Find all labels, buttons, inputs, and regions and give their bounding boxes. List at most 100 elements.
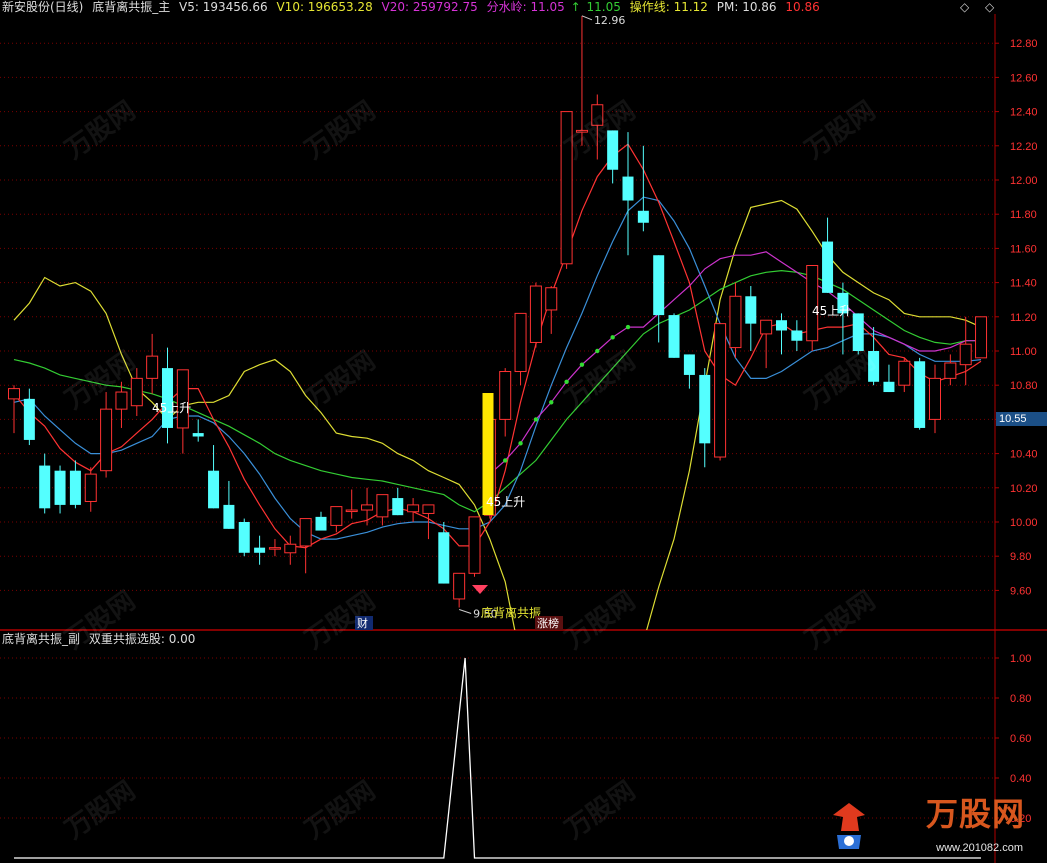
sub-indicator-name[interactable]: 底背离共振_副 (2, 632, 80, 646)
candle-body (115, 391, 128, 410)
candle-body (284, 543, 297, 554)
candle-body (883, 381, 895, 393)
indicator-name[interactable]: 底背离共振_主 (92, 0, 170, 14)
candle-body (575, 129, 588, 133)
y-tick-label: 11.60 (1010, 243, 1037, 255)
candle-body (975, 316, 988, 359)
candle-body (8, 388, 20, 400)
rise-label-1: 45上升 (152, 401, 191, 415)
pm-dot (595, 348, 600, 354)
candle-body (637, 210, 649, 223)
sub-y-tick-label: 0.40 (1010, 773, 1031, 785)
high-marker (581, 15, 593, 21)
fenshuiling-value2: 11.05 (586, 0, 621, 14)
pm-dot (518, 441, 523, 446)
candle-body (714, 323, 727, 458)
extra-value: 10.86 (785, 0, 820, 14)
low-marker (458, 609, 472, 614)
y-tick-label: 12.60 (1010, 72, 1038, 84)
pm-dot (564, 379, 569, 384)
candle-body (268, 547, 281, 550)
candle-body (238, 522, 250, 553)
candle-body (529, 285, 542, 343)
pm-dot (549, 400, 554, 405)
y-tick-label: 10.80 (1010, 380, 1038, 392)
y-tick-label: 9.80 (1010, 551, 1031, 563)
candle-body (376, 494, 389, 518)
candle-body (345, 509, 358, 513)
ma10-line (13, 196, 982, 540)
window-control-diamond-icon[interactable]: ◇ (960, 0, 969, 14)
y-tick-label: 11.40 (1010, 278, 1037, 290)
candle-body (162, 368, 173, 428)
candle-body (791, 330, 803, 341)
y-tick-label: 11.00 (1010, 346, 1037, 358)
candle-body (315, 516, 327, 531)
y-tick-label: 11.20 (1010, 312, 1037, 324)
v20-value: V20: 259792.75 (381, 0, 478, 14)
candle-body (668, 315, 680, 358)
candle-body (392, 498, 404, 516)
candle-body (822, 241, 834, 293)
cai-label: 财 (357, 616, 368, 630)
y-tick-label: 12.20 (1010, 141, 1038, 153)
candle-body (683, 354, 695, 375)
y-tick-label: 10.20 (1010, 483, 1038, 495)
diamond-icon (472, 585, 488, 594)
stock-title[interactable]: 新安股份(日线) (2, 0, 83, 14)
sub-y-tick-label: 0.80 (1010, 693, 1031, 705)
caozuo-value: 操作线: 11.12 (629, 0, 708, 14)
candle-body (176, 369, 189, 429)
candle-body (468, 516, 481, 574)
candle-body (69, 470, 81, 505)
v5-value: V5: 193456.66 (179, 0, 268, 14)
price-axis: 12.80 12.60 12.40 12.20 12.00 11.80 11.60 11.40… (995, 38, 1038, 825)
pm-dot (625, 324, 631, 330)
candle-body (330, 506, 343, 526)
main-chart: 12.969.5045上升45上升45上升底背离共振财 涨榜 (8, 14, 988, 630)
brand-name: 万股网 (925, 795, 1025, 833)
rise-label-3: 45上升 (812, 304, 851, 318)
sub-indicator-value: 双重共振选股: 0.00 (88, 632, 196, 646)
candle-body (929, 377, 941, 420)
pm-value: PM: 10.86 (716, 0, 777, 14)
candle-body (607, 130, 619, 170)
chart-canvas: 12.969.5045上升45上升45上升底背离共振财 涨榜 12.8012.60… (0, 14, 1047, 863)
v10-value: V10: 196653.28 (276, 0, 373, 14)
y-tick-label: 10.40 (1010, 449, 1038, 461)
high-label: 12.96 (594, 14, 626, 27)
y-tick-label: 9.60 (1010, 585, 1031, 597)
y-tick-label: 10.00 (1010, 517, 1038, 529)
candle-body (545, 287, 558, 311)
candle-body (438, 532, 450, 584)
brand-logo-icon (833, 803, 865, 849)
candle-body (407, 504, 420, 513)
candle-body (84, 473, 97, 502)
sub-y-tick-label: 1.00 (1010, 653, 1031, 665)
divergence-label: 底背离共振 (481, 605, 541, 620)
candle-body (254, 547, 266, 553)
fenshuiling-value: 分水岭: 11.05 (486, 0, 565, 14)
main-chart-header: 新安股份(日线) 底背离共振_主 V5: 193456.66 V10: 1966… (2, 0, 825, 14)
candle-body (146, 355, 159, 379)
candle-body (192, 433, 204, 437)
candle-body (699, 374, 711, 444)
pm-dot (579, 362, 585, 367)
candle-body (868, 351, 880, 382)
candle-body (622, 176, 634, 201)
candle-body (39, 465, 51, 509)
candle-body (944, 362, 957, 379)
candle-body (591, 104, 604, 126)
candle-body (453, 572, 466, 600)
window-control-close-icon[interactable]: ◇ (985, 0, 994, 14)
current-price-tag: 10.55 (996, 412, 1047, 426)
pm-dot (503, 458, 508, 463)
fenshuiling-arrow: ↑ (570, 0, 581, 14)
candle-body (23, 398, 35, 440)
zhangbang-label: 涨榜 (537, 616, 559, 630)
candle-body (745, 296, 757, 324)
candle-body (729, 295, 742, 349)
brand-site: www.201082.com (936, 842, 1023, 854)
candle-body (208, 470, 220, 509)
candle-body (361, 504, 374, 511)
